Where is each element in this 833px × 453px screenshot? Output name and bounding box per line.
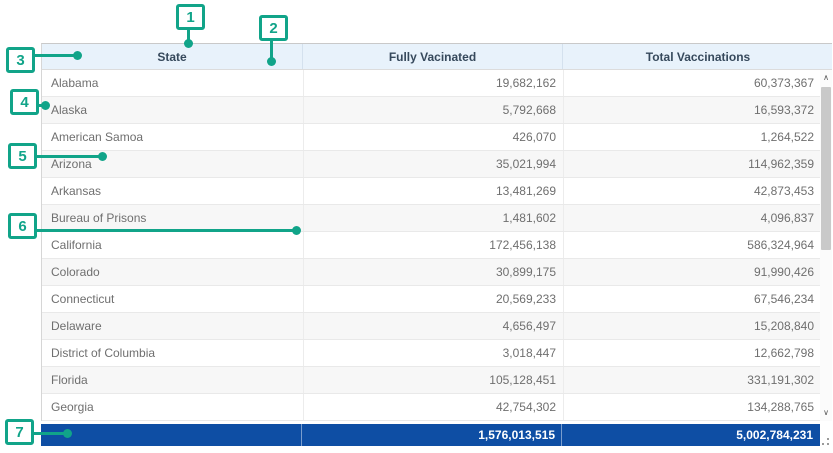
- callout-5-dot: [98, 152, 107, 161]
- callout-1-label: 1: [186, 9, 194, 26]
- cell-state: District of Columbia: [42, 340, 303, 366]
- callout-4-label: 4: [20, 94, 28, 111]
- cell-total-vaccinations: 134,288,765: [563, 394, 833, 420]
- cell-fully-vaccinated: 35,021,994: [303, 151, 563, 177]
- cell-fully-vaccinated: 426,070: [303, 124, 563, 150]
- callout-2-marker: 2: [259, 15, 288, 41]
- cell-state: Colorado: [42, 259, 303, 285]
- cell-fully-vaccinated: 19,682,162: [303, 70, 563, 96]
- callout-3-marker: 3: [6, 47, 35, 73]
- cell-state: American Samoa: [42, 124, 303, 150]
- cell-total-vaccinations: 60,373,367: [563, 70, 833, 96]
- table-row: Bureau of Prisons 1,481,602 4,096,837: [42, 205, 832, 232]
- cell-state: Delaware: [42, 313, 303, 339]
- cell-total-vaccinations: 42,873,453: [563, 178, 833, 204]
- table-row: Delaware 4,656,497 15,208,840: [42, 313, 832, 340]
- table-header-row: State Fully Vacinated Total Vaccinations: [41, 43, 832, 70]
- cell-fully-vaccinated: 5,792,668: [303, 97, 563, 123]
- cell-fully-vaccinated: 42,754,302: [303, 394, 563, 420]
- cell-total-vaccinations: 1,264,522: [563, 124, 833, 150]
- table-body: Alabama 19,682,162 60,373,367 Alaska 5,7…: [41, 70, 832, 421]
- cell-state: Florida: [42, 367, 303, 393]
- cell-fully-vaccinated: 3,018,447: [303, 340, 563, 366]
- scroll-down-icon[interactable]: ∨: [820, 407, 832, 419]
- cell-state: California: [42, 232, 303, 258]
- totals-cell-fully-vaccinated: 1,576,013,515: [302, 424, 562, 446]
- callout-7-label: 7: [15, 424, 23, 441]
- callout-1-dot: [184, 39, 193, 48]
- callout-6-line: [36, 229, 294, 232]
- callout-4-marker: 4: [10, 89, 39, 115]
- table-row: Colorado 30,899,175 91,990,426: [42, 259, 832, 286]
- table-row: Alabama 19,682,162 60,373,367: [42, 70, 832, 97]
- cell-fully-vaccinated: 105,128,451: [303, 367, 563, 393]
- cell-state: Bureau of Prisons: [42, 205, 303, 231]
- vertical-scrollbar[interactable]: ∧ ∨: [820, 70, 832, 421]
- table-totals-row: 1,576,013,515 5,002,784,231: [41, 424, 820, 446]
- callout-1-marker: 1: [176, 4, 205, 30]
- callout-3-line: [34, 54, 76, 57]
- callout-2-label: 2: [269, 20, 277, 37]
- cell-state: Alabama: [42, 70, 303, 96]
- cell-state: Arkansas: [42, 178, 303, 204]
- callout-5-marker: 5: [8, 143, 37, 169]
- callout-5-label: 5: [18, 148, 26, 165]
- dashboard-canvas: State Fully Vacinated Total Vaccinations…: [0, 0, 833, 453]
- callout-6-label: 6: [18, 218, 26, 235]
- table-row: American Samoa 426,070 1,264,522: [42, 124, 832, 151]
- callout-2-dot: [267, 57, 276, 66]
- cell-total-vaccinations: 15,208,840: [563, 313, 833, 339]
- table-row: Arkansas 13,481,269 42,873,453: [42, 178, 832, 205]
- cell-total-vaccinations: 4,096,837: [563, 205, 833, 231]
- totals-cell-state: [41, 424, 302, 446]
- table-row: Connecticut 20,569,233 67,546,234: [42, 286, 832, 313]
- cell-fully-vaccinated: 13,481,269: [303, 178, 563, 204]
- cell-total-vaccinations: 331,191,302: [563, 367, 833, 393]
- cell-state: Alaska: [42, 97, 303, 123]
- callout-7-marker: 7: [5, 419, 34, 445]
- cell-fully-vaccinated: 30,899,175: [303, 259, 563, 285]
- cell-total-vaccinations: 114,962,359: [563, 151, 833, 177]
- callout-7-dot: [63, 429, 72, 438]
- cell-total-vaccinations: 12,662,798: [563, 340, 833, 366]
- callout-3-label: 3: [16, 52, 24, 69]
- scroll-up-icon[interactable]: ∧: [820, 72, 832, 84]
- totals-cell-total-vaccinations: 5,002,784,231: [562, 424, 820, 446]
- callout-7-line: [33, 432, 66, 435]
- cell-total-vaccinations: 16,593,372: [563, 97, 833, 123]
- cell-state: Connecticut: [42, 286, 303, 312]
- cell-fully-vaccinated: 4,656,497: [303, 313, 563, 339]
- callout-6-marker: 6: [8, 213, 37, 239]
- cell-total-vaccinations: 91,990,426: [563, 259, 833, 285]
- callout-4-dot: [41, 101, 50, 110]
- cell-fully-vaccinated: 172,456,138: [303, 232, 563, 258]
- callout-5-line: [36, 155, 100, 158]
- cell-fully-vaccinated: 1,481,602: [303, 205, 563, 231]
- table-row: California 172,456,138 586,324,964: [42, 232, 832, 259]
- table-row: Georgia 42,754,302 134,288,765: [42, 394, 832, 421]
- table-row: Florida 105,128,451 331,191,302: [42, 367, 832, 394]
- vaccinations-table: State Fully Vacinated Total Vaccinations…: [41, 43, 832, 446]
- callout-6-dot: [292, 226, 301, 235]
- cell-state: Georgia: [42, 394, 303, 420]
- cell-total-vaccinations: 67,546,234: [563, 286, 833, 312]
- cell-total-vaccinations: 586,324,964: [563, 232, 833, 258]
- column-header-total-vaccinations[interactable]: Total Vaccinations: [563, 44, 833, 69]
- table-row: Arizona 35,021,994 114,962,359: [42, 151, 832, 178]
- callout-3-dot: [73, 51, 82, 60]
- scrollbar-thumb[interactable]: [821, 87, 831, 250]
- table-row: Alaska 5,792,668 16,593,372: [42, 97, 832, 124]
- table-row: District of Columbia 3,018,447 12,662,79…: [42, 340, 832, 367]
- cell-fully-vaccinated: 20,569,233: [303, 286, 563, 312]
- resize-grip-icon: [822, 438, 824, 440]
- column-header-fully-vaccinated[interactable]: Fully Vacinated: [303, 44, 563, 69]
